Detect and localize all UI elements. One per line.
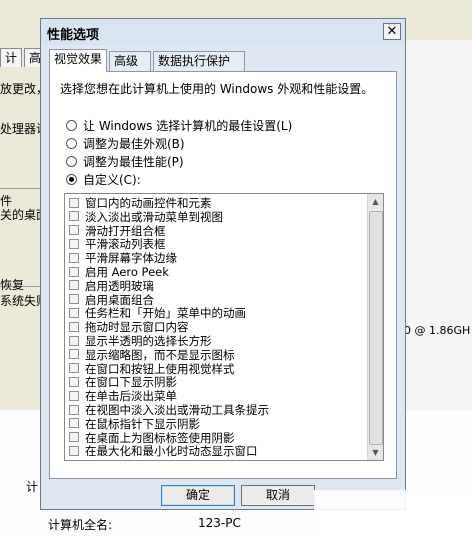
- effect-label: 显示缩略图，而不是显示图标: [85, 347, 235, 362]
- close-icon: ✕: [386, 24, 398, 39]
- effect-list-item[interactable]: 任务栏和「开始」菜单中的动画: [69, 306, 246, 320]
- cancel-button[interactable]: 取消: [241, 485, 315, 506]
- effect-checkbox[interactable]: [69, 418, 79, 429]
- radio-best-appearance[interactable]: 调整为最佳外观(B): [66, 136, 185, 152]
- radio-button[interactable]: [66, 156, 77, 167]
- bg-right-pane: [404, 40, 472, 410]
- effect-checkbox[interactable]: [69, 376, 79, 387]
- full-name-label: 计算机全名:: [48, 518, 113, 532]
- effect-label: 淡入淡出或滑动菜单到视图: [85, 209, 223, 224]
- effect-label: 在单击后淡出菜单: [85, 389, 177, 404]
- effect-checkbox[interactable]: [69, 363, 79, 374]
- radio-label: 调整为最佳外观(B): [83, 137, 185, 151]
- radio-label: 让 Windows 选择计算机的最佳设置(L): [83, 119, 293, 133]
- effect-list-item[interactable]: 在窗口和按钮上使用视觉样式: [69, 362, 235, 376]
- effect-list-item[interactable]: 在视图中淡入淡出或滑动工具条提示: [69, 403, 269, 417]
- effect-checkbox[interactable]: [69, 294, 79, 305]
- effect-list-item[interactable]: 在单击后淡出菜单: [69, 389, 177, 403]
- ok-button[interactable]: 确定: [161, 485, 235, 506]
- description-text: 选择您想在此计算机上使用的 Windows 外观和性能设置。: [60, 82, 374, 96]
- effect-list-item[interactable]: 平滑屏幕字体边缘: [69, 251, 177, 265]
- radio-label: 调整为最佳性能(P): [83, 155, 184, 169]
- effect-list-item[interactable]: 启用 Aero Peek: [69, 265, 169, 279]
- effect-label: 拖动时显示窗口内容: [85, 320, 189, 335]
- radio-custom[interactable]: 自定义(C):: [66, 172, 141, 188]
- close-button[interactable]: ✕: [383, 23, 401, 40]
- effect-list-item[interactable]: 在最大化和最小化时动态显示窗口: [69, 444, 258, 458]
- effect-list-item[interactable]: 拖动时显示窗口内容: [69, 320, 189, 334]
- effect-list-item[interactable]: 启用桌面组合: [69, 293, 154, 307]
- effect-label: 在视图中淡入淡出或滑动工具条提示: [85, 403, 269, 417]
- cpu-info-text: 0 @ 1.86GH: [404, 324, 471, 337]
- full-name-value: 123-PC: [198, 516, 241, 530]
- vertical-scrollbar[interactable]: ▲ ▼: [367, 194, 383, 460]
- effect-label: 在窗口下显示阴影: [85, 375, 177, 390]
- tab-advanced[interactable]: 高级: [109, 51, 151, 71]
- radio-button-selected[interactable]: [66, 174, 77, 185]
- effect-label: 窗口内的动画控件和元素: [85, 196, 212, 210]
- effect-list-item[interactable]: 在桌面上为图标标签使用阴影: [69, 431, 235, 445]
- effect-label: 在桌面上为图标标签使用阴影: [85, 430, 235, 445]
- effect-checkbox[interactable]: [69, 321, 79, 332]
- effect-checkbox[interactable]: [69, 307, 79, 318]
- tab-partial-computer[interactable]: 计: [0, 48, 23, 67]
- effect-label: 平滑屏幕字体边缘: [85, 251, 177, 266]
- effect-label: 启用桌面组合: [85, 292, 154, 307]
- bg-text-line: 恢复: [0, 278, 25, 292]
- tab-dep[interactable]: 数据执行保护: [153, 51, 245, 71]
- radio-button[interactable]: [66, 138, 77, 149]
- scroll-down-button[interactable]: ▼: [368, 445, 383, 460]
- effect-checkbox[interactable]: [69, 404, 79, 415]
- effect-list-item[interactable]: 在窗口下显示阴影: [69, 375, 177, 389]
- effect-list-item[interactable]: 显示半透明的选择长方形: [69, 334, 212, 348]
- effect-checkbox[interactable]: [69, 432, 79, 443]
- effect-checkbox[interactable]: [69, 252, 79, 263]
- effect-list-item[interactable]: 滑动打开组合框: [69, 224, 166, 238]
- effect-list-item[interactable]: 平滑滚动列表框: [69, 237, 166, 251]
- effect-label: 在鼠标指针下显示阴影: [85, 416, 200, 431]
- effects-checklist[interactable]: ▲ ▼ 窗口内的动画控件和元素 淡入淡出或滑动菜单到视图 滑动打开组合框 平滑滚动列表…: [64, 193, 384, 461]
- effect-list-item[interactable]: 淡入淡出或滑动菜单到视图: [69, 210, 223, 224]
- effect-label: 启用透明玻璃: [85, 278, 154, 293]
- tab-visual-effects[interactable]: 视觉效果: [49, 49, 107, 72]
- radio-best-performance[interactable]: 调整为最佳性能(P): [66, 154, 184, 170]
- effect-list-item[interactable]: 在鼠标指针下显示阴影: [69, 417, 200, 431]
- performance-options-dialog: 性能选项 ✕ 视觉效果 高级 数据执行保护 选择您想在此计算机上使用的 Wind…: [40, 18, 406, 510]
- effect-checkbox[interactable]: [69, 225, 79, 236]
- effect-label: 启用 Aero Peek: [85, 265, 169, 279]
- effect-checkbox[interactable]: [69, 266, 79, 277]
- effect-checkbox[interactable]: [69, 238, 79, 249]
- effect-checkbox[interactable]: [69, 390, 79, 401]
- scroll-up-button[interactable]: ▲: [368, 194, 383, 209]
- effect-checkbox[interactable]: [69, 349, 79, 360]
- effect-list-item[interactable]: 显示缩略图，而不是显示图标: [69, 348, 235, 362]
- radio-button[interactable]: [66, 120, 77, 131]
- effect-checkbox[interactable]: [69, 197, 79, 208]
- scroll-thumb[interactable]: [369, 211, 383, 445]
- effect-label: 在最大化和最小化时动态显示窗口: [85, 444, 258, 459]
- radio-label: 自定义(C):: [83, 173, 141, 187]
- effect-label: 滑动打开组合框: [85, 223, 166, 238]
- effect-checkbox[interactable]: [69, 211, 79, 222]
- effect-checkbox[interactable]: [69, 445, 79, 456]
- effect-list-item[interactable]: 启用透明玻璃: [69, 279, 154, 293]
- dialog-title: 性能选项: [47, 28, 100, 43]
- effect-label: 在窗口和按钮上使用视觉样式: [85, 361, 235, 376]
- visual-effects-panel: 选择您想在此计算机上使用的 Windows 外观和性能设置。 让 Windows…: [49, 71, 397, 479]
- separator: [0, 188, 40, 189]
- dialog-titlebar[interactable]: 性能选项 ✕: [41, 19, 405, 45]
- radio-let-windows-choose[interactable]: 让 Windows 选择计算机的最佳设置(L): [66, 118, 292, 134]
- effect-label: 显示半透明的选择长方形: [85, 334, 212, 348]
- computer-label: 计: [26, 480, 39, 494]
- effect-label: 任务栏和「开始」菜单中的动画: [85, 306, 246, 321]
- effect-list-item[interactable]: 窗口内的动画控件和元素: [69, 196, 212, 210]
- blurred-corner: [314, 490, 472, 538]
- effect-checkbox[interactable]: [69, 280, 79, 291]
- effect-label: 平滑滚动列表框: [85, 237, 166, 252]
- effect-checkbox[interactable]: [69, 335, 79, 346]
